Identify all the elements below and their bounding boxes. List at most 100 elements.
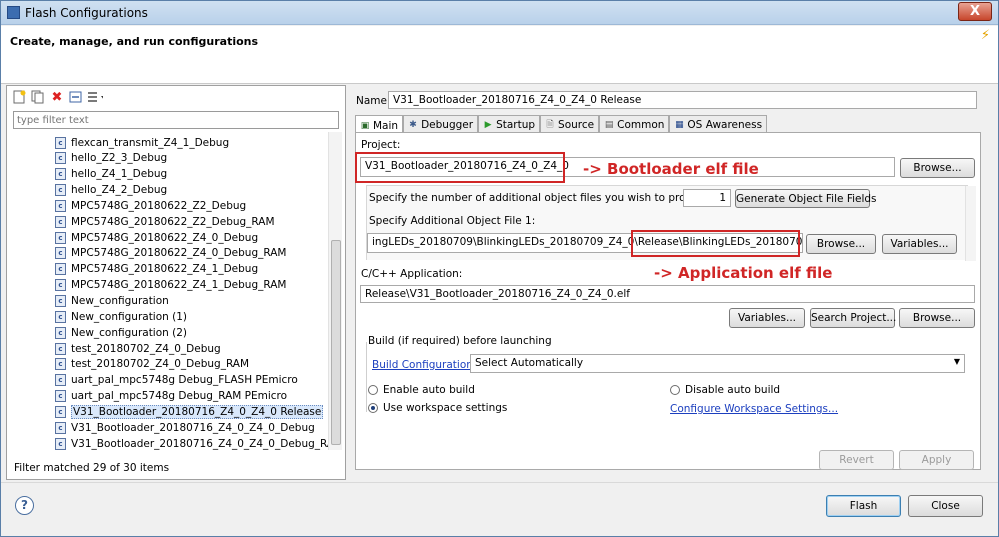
search-project-button[interactable]: Search Project... [810, 308, 896, 328]
list-item-label: V31_Bootloader_20180716_Z4_0_Z4_0 Releas… [71, 404, 324, 419]
chevron-down-icon: ▼ [953, 357, 960, 366]
enable-auto-build-radio[interactable] [368, 385, 378, 395]
list-item[interactable]: c V31_Bootloader_20180716_Z4_0_Z4_0 Relea… [55, 404, 324, 419]
additional-count-input[interactable]: 1 [683, 189, 731, 207]
list-item-label: MPC5748G_20180622_Z2_Debug [71, 199, 247, 212]
enable-auto-build-option[interactable]: Enable auto build [368, 384, 475, 396]
list-item[interactable]: c MPC5748G_20180622_Z4_1_Debug_RAM [55, 278, 286, 293]
list-item[interactable]: c MPC5748G_20180622_Z2_Debug [55, 198, 246, 213]
tab-common-label: Common [617, 119, 665, 131]
list-item[interactable]: c MPC5748G_20180622_Z4_0_Debug [55, 230, 258, 245]
build-group-label: Build (if required) before launching [368, 335, 552, 347]
list-item[interactable]: c V31_Bootloader_20180716_Z4_0_Z4_0_Debug [55, 420, 315, 435]
dialog-header: Create, manage, and run configurations ⚡ [1, 26, 998, 84]
tab-os-awareness[interactable]: ▦ OS Awareness [669, 115, 768, 132]
list-item[interactable]: c MPC5748G_20180622_Z2_Debug_RAM [55, 214, 275, 229]
project-label: Project: [361, 139, 401, 151]
disable-auto-build-option[interactable]: Disable auto build [670, 384, 780, 396]
list-item[interactable]: c MPC5748G_20180622_Z4_1_Debug [55, 262, 258, 277]
tab-debugger[interactable]: ✱ Debugger [403, 115, 479, 132]
additional-files-scrollbar[interactable] [965, 186, 976, 261]
list-item[interactable]: c V31_Bootloader_20180716_Z4_0_Z4_0_Debug… [55, 436, 329, 450]
c-launch-config-icon: c [55, 184, 66, 197]
tab-startup[interactable]: ▶ Startup [478, 115, 541, 132]
filter-status: Filter matched 29 of 30 items [14, 462, 170, 474]
c-launch-config-icon: c [55, 199, 66, 212]
configuration-name-input[interactable]: V31_Bootloader_20180716_Z4_0_Z4_0 Releas… [388, 91, 977, 109]
help-icon[interactable]: ? [15, 496, 34, 515]
os-awareness-tab-icon: ▦ [675, 120, 684, 130]
startup-tab-icon: ▶ [484, 120, 492, 130]
list-item[interactable]: c flexcan_transmit_Z4_1_Debug [55, 135, 229, 150]
tab-common[interactable]: ▤ Common [599, 115, 670, 132]
flash-button[interactable]: Flash [826, 495, 901, 517]
duplicate-configuration-icon[interactable] [30, 89, 46, 105]
build-configuration-select[interactable]: Select Automatically ▼ [470, 354, 965, 373]
list-item[interactable]: c uart_pal_mpc5748g Debug_RAM PEmicro [55, 389, 287, 404]
list-item[interactable]: c hello_Z4_2_Debug [55, 183, 167, 198]
apply-button[interactable]: Apply [899, 450, 974, 470]
additional-file-variables-button[interactable]: Variables... [882, 234, 957, 254]
filter-menu-icon[interactable] [87, 89, 103, 105]
list-item[interactable]: c New_configuration (2) [55, 325, 187, 340]
main-tab-icon: ▣ [360, 120, 370, 131]
filter-input[interactable] [13, 111, 339, 129]
c-launch-config-icon: c [55, 310, 66, 323]
c-launch-config-icon: c [55, 342, 66, 355]
list-item[interactable]: c hello_Z4_1_Debug [55, 167, 167, 182]
enable-auto-build-label: Enable auto build [383, 384, 475, 396]
use-workspace-settings-label: Use workspace settings [383, 402, 508, 414]
tab-os-awareness-label: OS Awareness [687, 119, 763, 131]
cpp-variables-button[interactable]: Variables... [729, 308, 805, 328]
list-item[interactable]: c hello_Z2_3_Debug [55, 151, 167, 166]
list-item-label: New_configuration (1) [71, 310, 188, 323]
application-file-highlight-box [631, 230, 800, 257]
close-button[interactable]: Close [908, 495, 983, 517]
list-item-label: hello_Z4_2_Debug [71, 184, 168, 197]
c-launch-config-icon: c [55, 215, 66, 228]
list-item[interactable]: c New_configuration [55, 294, 169, 309]
build-configuration-link[interactable]: Build Configuration: [372, 359, 476, 371]
use-workspace-settings-option[interactable]: Use workspace settings [368, 402, 507, 414]
cpp-application-label: C/C++ Application: [361, 268, 463, 280]
c-launch-config-icon: c [55, 279, 66, 292]
c-launch-config-icon: c [55, 437, 66, 450]
configure-workspace-settings-link[interactable]: Configure Workspace Settings... [670, 403, 838, 415]
additional-count-label: Specify the number of additional object … [369, 192, 717, 204]
c-launch-config-icon: c [55, 421, 66, 434]
use-workspace-settings-radio[interactable] [368, 403, 378, 413]
tree-scrollbar[interactable] [328, 132, 342, 450]
new-configuration-icon[interactable] [11, 89, 27, 105]
tab-startup-label: Startup [496, 119, 536, 131]
cpp-browse-button[interactable]: Browse... [899, 308, 975, 328]
cpp-application-input[interactable]: Release\V31_Bootloader_20180716_Z4_0_Z4_… [360, 285, 975, 303]
tab-main[interactable]: ▣ Main [355, 115, 404, 133]
generate-object-file-fields-button[interactable]: Generate Object File Fields [735, 189, 877, 208]
list-item-label: hello_Z2_3_Debug [71, 152, 168, 165]
app-icon [7, 6, 20, 19]
list-item[interactable]: c uart_pal_mpc5748g Debug_FLASH PEmicro [55, 373, 298, 388]
tab-debugger-label: Debugger [421, 119, 474, 131]
project-browse-button[interactable]: Browse... [900, 158, 975, 178]
c-launch-config-icon: c [55, 263, 66, 276]
configurations-tree: c flexcan_transmit_Z4_1_Debug c hello_Z2_3_… [13, 132, 329, 450]
list-item[interactable]: c MPC5748G_20180622_Z4_0_Debug_RAM [55, 246, 286, 261]
list-item-label: flexcan_transmit_Z4_1_Debug [71, 136, 230, 149]
list-item[interactable]: c test_20180702_Z4_0_Debug_RAM [55, 357, 249, 372]
list-item[interactable]: c test_20180702_Z4_0_Debug [55, 341, 221, 356]
delete-configuration-icon[interactable]: ✖ [49, 89, 65, 105]
list-item-label: uart_pal_mpc5748g Debug_FLASH PEmicro [71, 374, 298, 387]
window-close-button[interactable]: X [958, 2, 992, 21]
configuration-editor: Name: V31_Bootloader_20180716_Z4_0_Z4_0 … [351, 85, 993, 480]
list-item[interactable]: c New_configuration (1) [55, 309, 187, 324]
bootloader-annotation: -> Bootloader elf file [583, 160, 759, 178]
tree-toolbar: ✖ [11, 89, 103, 107]
tree-scrollbar-thumb[interactable] [331, 240, 341, 445]
c-launch-config-icon: c [55, 136, 66, 149]
collapse-all-icon[interactable] [68, 89, 84, 105]
tab-source[interactable]: 🗎 Source [540, 115, 600, 132]
disable-auto-build-radio[interactable] [670, 385, 680, 395]
additional-file-browse-button[interactable]: Browse... [806, 234, 876, 254]
revert-button[interactable]: Revert [819, 450, 894, 470]
disable-auto-build-label: Disable auto build [685, 384, 781, 396]
